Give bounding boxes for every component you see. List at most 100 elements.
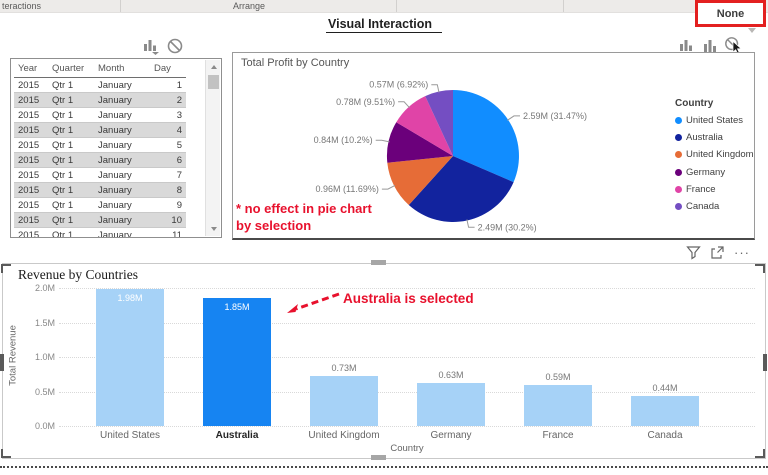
- table-row[interactable]: 2015Qtr 1January7: [14, 168, 186, 183]
- table-row[interactable]: 2015Qtr 1January1: [14, 78, 186, 93]
- drag-handle-top[interactable]: [371, 260, 386, 265]
- legend-color-dot: [675, 169, 682, 176]
- table-cell: Qtr 1: [48, 108, 94, 123]
- table-cell: Qtr 1: [48, 153, 94, 168]
- table-cell: 9: [150, 198, 186, 213]
- edit-interactions-none-button[interactable]: None: [695, 0, 766, 27]
- legend-item-germany[interactable]: Germany: [675, 164, 754, 181]
- resize-handle-bottom-left[interactable]: [1, 449, 11, 458]
- legend-label: United Kingdom: [686, 149, 754, 160]
- table-row[interactable]: 2015Qtr 1January10: [14, 213, 186, 228]
- ribbon-divider: [120, 0, 121, 12]
- legend-item-united-kingdom[interactable]: United Kingdom: [675, 146, 754, 163]
- scrollbar-thumb[interactable]: [208, 75, 219, 89]
- pie-data-label: 0.84M (10.2%): [314, 135, 373, 145]
- bar-united-kingdom[interactable]: [310, 376, 378, 426]
- table-cell: 8: [150, 183, 186, 198]
- table-cell: January: [94, 168, 150, 183]
- pie-label-leader: [398, 102, 409, 108]
- legend-item-united-states[interactable]: United States: [675, 112, 754, 129]
- none-interaction-icon[interactable]: [166, 37, 184, 55]
- bar-france[interactable]: [524, 385, 592, 426]
- bar-value-label: 1.85M: [203, 302, 271, 312]
- pie-annotation-line1: * no effect in pie chart: [236, 201, 372, 216]
- table-visual[interactable]: Year Quarter Month Day 2015Qtr 1January1…: [10, 58, 222, 238]
- table-row[interactable]: 2015Qtr 1January3: [14, 108, 186, 123]
- bar-annotation: Australia is selected: [343, 291, 474, 306]
- x-axis-tick-united-kingdom[interactable]: United Kingdom: [291, 430, 397, 441]
- table-cell: 3: [150, 108, 186, 123]
- focus-mode-icon[interactable]: [710, 245, 725, 260]
- table-cell: Qtr 1: [48, 138, 94, 153]
- pie-data-label: 2.59M (31.47%): [523, 111, 587, 121]
- legend-label: Germany: [686, 167, 725, 178]
- legend-color-dot: [675, 134, 682, 141]
- resize-handle-top-left[interactable]: [1, 264, 11, 273]
- power-bi-canvas: teractions Arrange None Visual Interacti…: [0, 0, 768, 475]
- table-row[interactable]: 2015Qtr 1January5: [14, 138, 186, 153]
- y-axis-tick: 0.0M: [11, 421, 55, 431]
- filter-funnel-icon[interactable]: [686, 245, 701, 260]
- table-cell: 2015: [14, 228, 48, 239]
- resize-handle-bottom-right[interactable]: [755, 449, 765, 458]
- table-row[interactable]: 2015Qtr 1January4: [14, 123, 186, 138]
- y-axis-tick: 1.5M: [11, 318, 55, 328]
- x-axis-tick-france[interactable]: France: [505, 430, 611, 441]
- column-header-day[interactable]: Day: [150, 60, 186, 78]
- bar-australia[interactable]: [203, 298, 271, 426]
- bar-canada[interactable]: [631, 396, 699, 426]
- pie-data-label: 0.96M (11.69%): [316, 184, 379, 194]
- date-table: Year Quarter Month Day 2015Qtr 1January1…: [14, 60, 186, 238]
- table-header-row: Year Quarter Month Day: [14, 60, 186, 78]
- bar-germany[interactable]: [417, 383, 485, 426]
- ribbon-bar: teractions Arrange: [0, 0, 768, 13]
- table-row[interactable]: 2015Qtr 1January11: [14, 228, 186, 239]
- scroll-up-arrow[interactable]: [206, 60, 221, 74]
- gridline: [59, 426, 755, 427]
- bar-united-states[interactable]: [96, 289, 164, 426]
- drag-handle-left[interactable]: [0, 354, 4, 371]
- table-cell: Qtr 1: [48, 168, 94, 183]
- pie-label-leader: [376, 140, 390, 142]
- table-cell: Qtr 1: [48, 228, 94, 239]
- table-row[interactable]: 2015Qtr 1January2: [14, 93, 186, 108]
- legend-color-dot: [675, 203, 682, 210]
- table-cell: Qtr 1: [48, 198, 94, 213]
- column-header-month[interactable]: Month: [94, 60, 150, 78]
- y-axis-tick: 0.5M: [11, 387, 55, 397]
- legend-item-australia[interactable]: Australia: [675, 129, 754, 146]
- pie-data-label: 0.78M (9.51%): [336, 97, 395, 107]
- column-header-quarter[interactable]: Quarter: [48, 60, 94, 78]
- table-scrollbar[interactable]: [205, 60, 220, 236]
- table-cell: January: [94, 198, 150, 213]
- table-cell: 2015: [14, 108, 48, 123]
- more-options-icon[interactable]: ···: [734, 248, 750, 258]
- bar-value-label: 0.59M: [524, 372, 592, 382]
- x-axis-tick-germany[interactable]: Germany: [398, 430, 504, 441]
- table-row[interactable]: 2015Qtr 1January6: [14, 153, 186, 168]
- x-axis-tick-united-states[interactable]: United States: [77, 430, 183, 441]
- table-cell: 2015: [14, 93, 48, 108]
- annotation-arrow: [285, 290, 343, 316]
- legend-item-france[interactable]: France: [675, 181, 754, 198]
- column-header-year[interactable]: Year: [14, 60, 48, 78]
- legend-item-canada[interactable]: Canada: [675, 198, 754, 215]
- drag-handle-bottom[interactable]: [371, 455, 386, 460]
- bar-chart-title: Revenue by Countries: [18, 267, 138, 283]
- table-cell: 2015: [14, 213, 48, 228]
- drag-handle-right[interactable]: [763, 354, 767, 371]
- x-axis-tick-australia[interactable]: Australia: [184, 430, 290, 441]
- none-button-label: None: [717, 8, 745, 20]
- ribbon-group-interactions: teractions: [2, 1, 41, 11]
- x-axis-tick-canada[interactable]: Canada: [612, 430, 718, 441]
- table-cell: January: [94, 123, 150, 138]
- pie-data-label: 0.57M (6.92%): [369, 80, 428, 90]
- legend-title: Country: [675, 98, 754, 109]
- scroll-down-arrow[interactable]: [206, 222, 221, 236]
- pie-label-leader: [507, 116, 520, 120]
- filter-interaction-icon[interactable]: [142, 37, 160, 55]
- resize-handle-top-right[interactable]: [755, 264, 765, 273]
- pie-chart-visual[interactable]: Total Profit by Country 2.59M (31.47%)2.…: [232, 52, 755, 240]
- table-row[interactable]: 2015Qtr 1January8: [14, 183, 186, 198]
- table-row[interactable]: 2015Qtr 1January9: [14, 198, 186, 213]
